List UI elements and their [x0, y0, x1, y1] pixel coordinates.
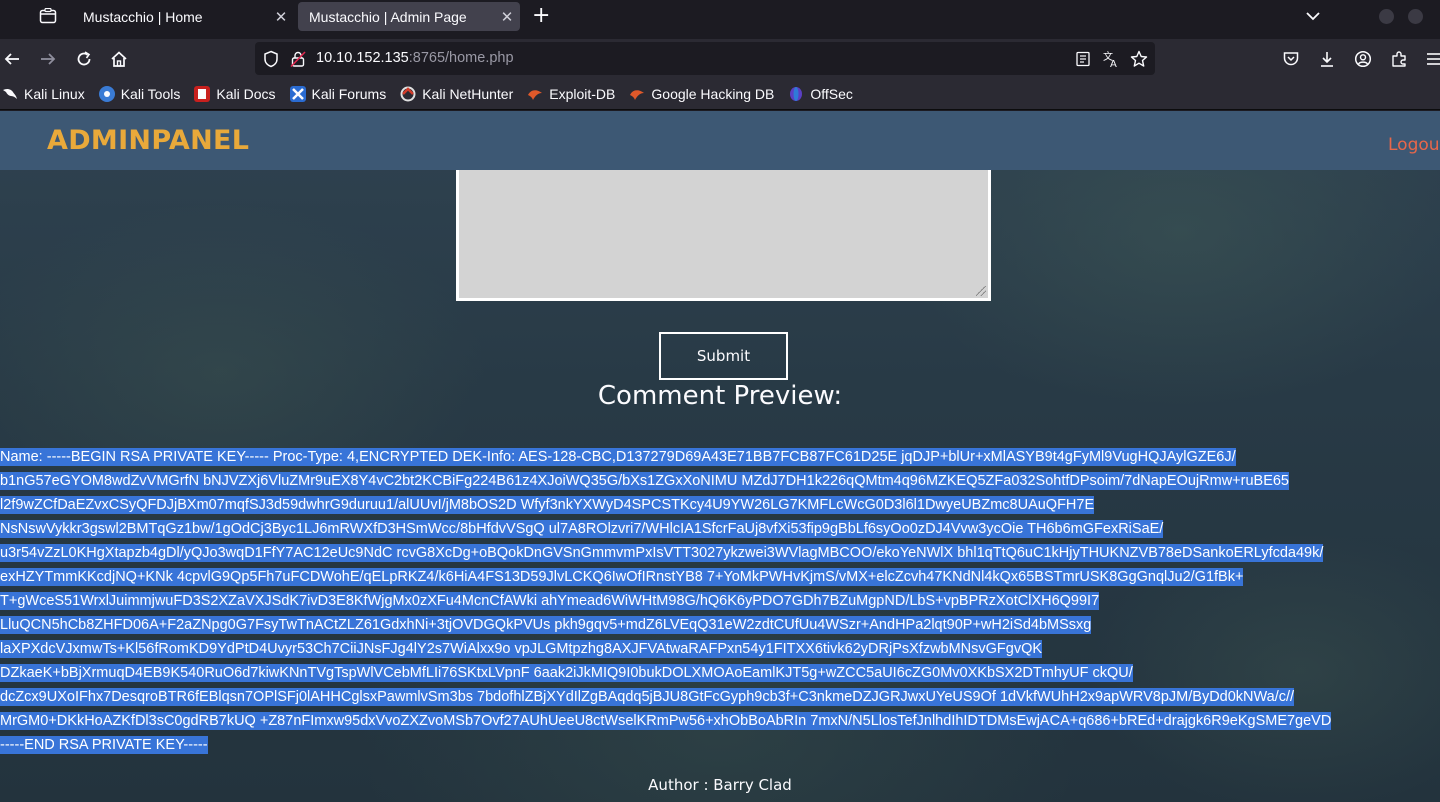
comment-preview-title: Comment Preview:	[597, 381, 843, 411]
kali-tools-icon	[98, 86, 115, 102]
tab-mustacchio-admin[interactable]: Mustacchio | Admin Page ✕	[298, 2, 520, 31]
shield-icon[interactable]	[261, 49, 281, 69]
url-text[interactable]: 10.10.152.135:8765/home.php	[316, 50, 514, 66]
bookmark-kali-nethunter[interactable]: Kali NetHunter	[400, 86, 513, 102]
url-bar[interactable]: 10.10.152.135:8765/home.php 文A	[255, 42, 1155, 75]
close-icon[interactable]: ✕	[268, 8, 294, 26]
preview-line: b1nG57eGYOM8wdZvVMGrfN bNJVZXj6VluZMr9uE…	[0, 472, 1289, 490]
new-tab-button[interactable]: +	[532, 4, 550, 28]
preview-line: T+gWceS51WrxlJuimmjwuFD3S2XZaVXJSdK7ivD3…	[0, 592, 1100, 610]
tab-strip: Mustacchio | Home ✕ Mustacchio | Admin P…	[0, 0, 1440, 33]
page-content: ADMINPANEL Logout Submit Comment Preview…	[0, 111, 1440, 802]
preview-line: NsNswVykkr3gswl2BMTqGz1bw/1gOdCj3Byc1LJ6…	[0, 520, 1164, 538]
download-icon[interactable]	[1317, 49, 1337, 69]
preview-line: LluQCN5hCb8ZHFD06A+F2aZNpg0G7FsyTwTnACtZ…	[0, 616, 1092, 634]
bookmark-kali-linux[interactable]: Kali Linux	[2, 86, 85, 102]
back-arrow-icon[interactable]	[2, 49, 22, 69]
preview-line: Name: -----BEGIN RSA PRIVATE KEY----- Pr…	[0, 448, 1236, 466]
tab-title: Mustacchio | Admin Page	[309, 8, 467, 25]
preview-line: MrGM0+DKkHoAZKfDl3sC0gdRB7kUQ +Z87nFImxw…	[0, 712, 1332, 730]
tab-title: Mustacchio | Home	[83, 8, 203, 25]
brand-logo[interactable]: ADMINPANEL	[47, 125, 249, 156]
submit-button[interactable]: Submit	[659, 332, 788, 380]
bookmark-offsec[interactable]: OffSec	[788, 86, 853, 102]
extensions-icon[interactable]	[1389, 49, 1409, 69]
home-icon[interactable]	[109, 49, 129, 69]
bookmark-kali-forums[interactable]: Kali Forums	[289, 86, 387, 102]
preview-line: u3r54vZzL0KHgXtapzb4gDl/yQJo3wqD1FfY7AC1…	[0, 544, 1324, 562]
logout-link[interactable]: Logout	[1388, 135, 1440, 155]
preview-line: DZkaeK+bBjXrmuqD4EB9K540RuO6d7kiwKNnTVgT…	[0, 664, 1133, 682]
translate-icon[interactable]: 文A	[1101, 49, 1121, 69]
bookmark-label: OffSec	[810, 86, 853, 102]
bookmark-label: Kali Forums	[311, 86, 387, 102]
bookmark-star-icon[interactable]	[1129, 49, 1149, 69]
minimize-button[interactable]	[1379, 9, 1394, 24]
comment-textarea[interactable]	[456, 170, 991, 301]
comment-author: Author : Barry Clad	[648, 776, 792, 794]
pocket-icon[interactable]	[1281, 49, 1301, 69]
nethunter-icon	[400, 86, 416, 102]
url-host: 10.10.152.135	[316, 50, 409, 66]
offsec-icon	[788, 86, 804, 102]
maximize-button[interactable]	[1408, 9, 1423, 24]
insecure-lock-icon[interactable]	[288, 49, 308, 69]
menu-icon[interactable]	[1424, 49, 1440, 69]
account-icon[interactable]	[1353, 49, 1373, 69]
svg-text:A: A	[1110, 59, 1117, 68]
kali-docs-icon	[194, 86, 211, 102]
bookmarks-toolbar: Kali Linux Kali Tools Kali Docs Kali For…	[0, 79, 1440, 110]
firefox-view-icon[interactable]	[36, 5, 60, 27]
kali-forums-icon	[289, 86, 306, 102]
tab-mustacchio-home[interactable]: Mustacchio | Home ✕	[72, 2, 294, 31]
forward-arrow-icon[interactable]	[38, 49, 58, 69]
preview-line: laXPXdcVJxmwTs+Kl56fRomKD9YdPtD4Uvyr53Ch…	[0, 640, 1043, 658]
comment-preview-content: Name: -----BEGIN RSA PRIVATE KEY----- Pr…	[0, 446, 1440, 758]
url-path: :8765/home.php	[408, 50, 514, 66]
reader-view-icon[interactable]	[1073, 49, 1093, 69]
resize-handle-icon[interactable]	[976, 286, 986, 296]
reload-icon[interactable]	[74, 49, 94, 69]
bookmark-label: Exploit-DB	[549, 86, 616, 102]
preview-line: dcZcx9UXoIFhx7DesqroBTR6fEBlqsn7OPlSFj0l…	[0, 688, 1295, 706]
bookmark-label: Kali NetHunter	[422, 86, 514, 102]
kali-dragon-icon	[2, 86, 18, 102]
bookmark-label: Kali Docs	[216, 86, 276, 102]
preview-line: exHZYTmmKKcdjNQ+KNk 4cpvlG9Qp5Fh7uFCDWoh…	[0, 568, 1244, 586]
bookmark-kali-docs[interactable]: Kali Docs	[194, 86, 276, 102]
bookmark-label: Google Hacking DB	[651, 86, 775, 102]
ghdb-icon	[629, 86, 645, 102]
admin-navbar: ADMINPANEL Logout	[0, 111, 1440, 170]
bookmark-exploit-db[interactable]: Exploit-DB	[527, 86, 615, 102]
bookmark-google-hacking-db[interactable]: Google Hacking DB	[629, 86, 774, 102]
bookmark-kali-tools[interactable]: Kali Tools	[98, 86, 181, 102]
bookmark-label: Kali Linux	[24, 86, 85, 102]
navigation-toolbar: 10.10.152.135:8765/home.php 文A	[0, 39, 1440, 79]
exploit-db-icon	[527, 86, 543, 102]
bookmark-label: Kali Tools	[120, 86, 181, 102]
chevron-down-icon[interactable]	[1303, 6, 1323, 26]
close-icon[interactable]: ✕	[494, 8, 520, 26]
preview-line: l2f9wZCfDaEZvxCSyQFDJjBXm07mqfSJ3d59dwhr…	[0, 496, 1095, 514]
preview-line: -----END RSA PRIVATE KEY-----	[0, 736, 208, 754]
